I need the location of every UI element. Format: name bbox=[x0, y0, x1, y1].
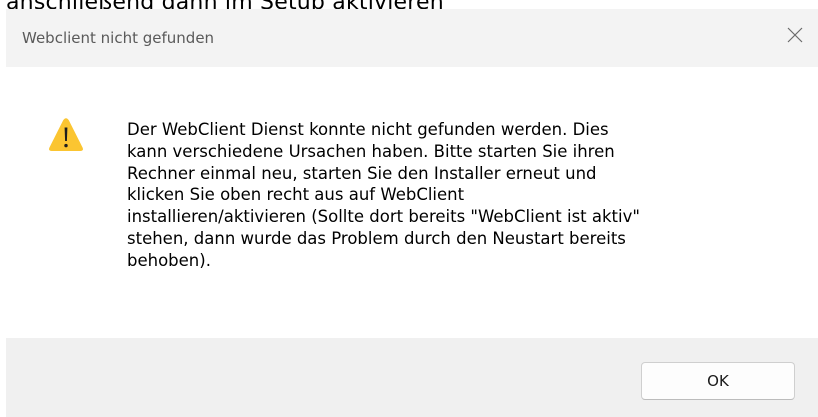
dialog-title: Webclient nicht gefunden bbox=[22, 29, 215, 47]
dialog-content: Der WebClient Dienst konnte nicht gefund… bbox=[6, 67, 818, 338]
dialog-message: Der WebClient Dienst konnte nicht gefund… bbox=[127, 120, 640, 270]
close-button[interactable] bbox=[772, 17, 818, 53]
dialog-titlebar: Webclient nicht gefunden bbox=[6, 9, 818, 67]
warning-icon bbox=[49, 118, 83, 151]
ok-button[interactable]: OK bbox=[641, 362, 795, 400]
close-icon bbox=[787, 27, 803, 43]
dialog-footer: OK bbox=[6, 338, 818, 417]
message-dialog: Webclient nicht gefunden Der WebClient D… bbox=[6, 9, 818, 417]
